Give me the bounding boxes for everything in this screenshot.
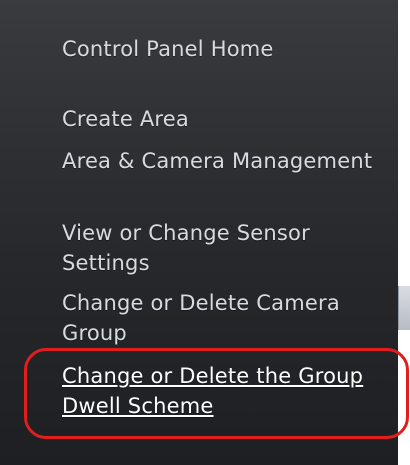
change-delete-group-dwell-scheme-link[interactable]: Change or Delete the Group Dwell Scheme	[62, 361, 392, 421]
screenshot-stage: Control Panel Home Create Area Area & Ca…	[0, 0, 410, 465]
scrollbar-thumb[interactable]	[398, 286, 410, 330]
area-camera-management-link[interactable]: Area & Camera Management	[62, 146, 392, 176]
view-change-sensor-settings-link[interactable]: View or Change Sensor Settings	[62, 218, 392, 278]
control-panel-home-link[interactable]: Control Panel Home	[62, 34, 392, 64]
sidebar-scrollbar[interactable]	[398, 0, 410, 465]
change-delete-camera-group-link[interactable]: Change or Delete Camera Group	[62, 288, 392, 348]
create-area-link[interactable]: Create Area	[62, 104, 392, 134]
control-panel-sidebar: Control Panel Home Create Area Area & Ca…	[0, 0, 398, 465]
